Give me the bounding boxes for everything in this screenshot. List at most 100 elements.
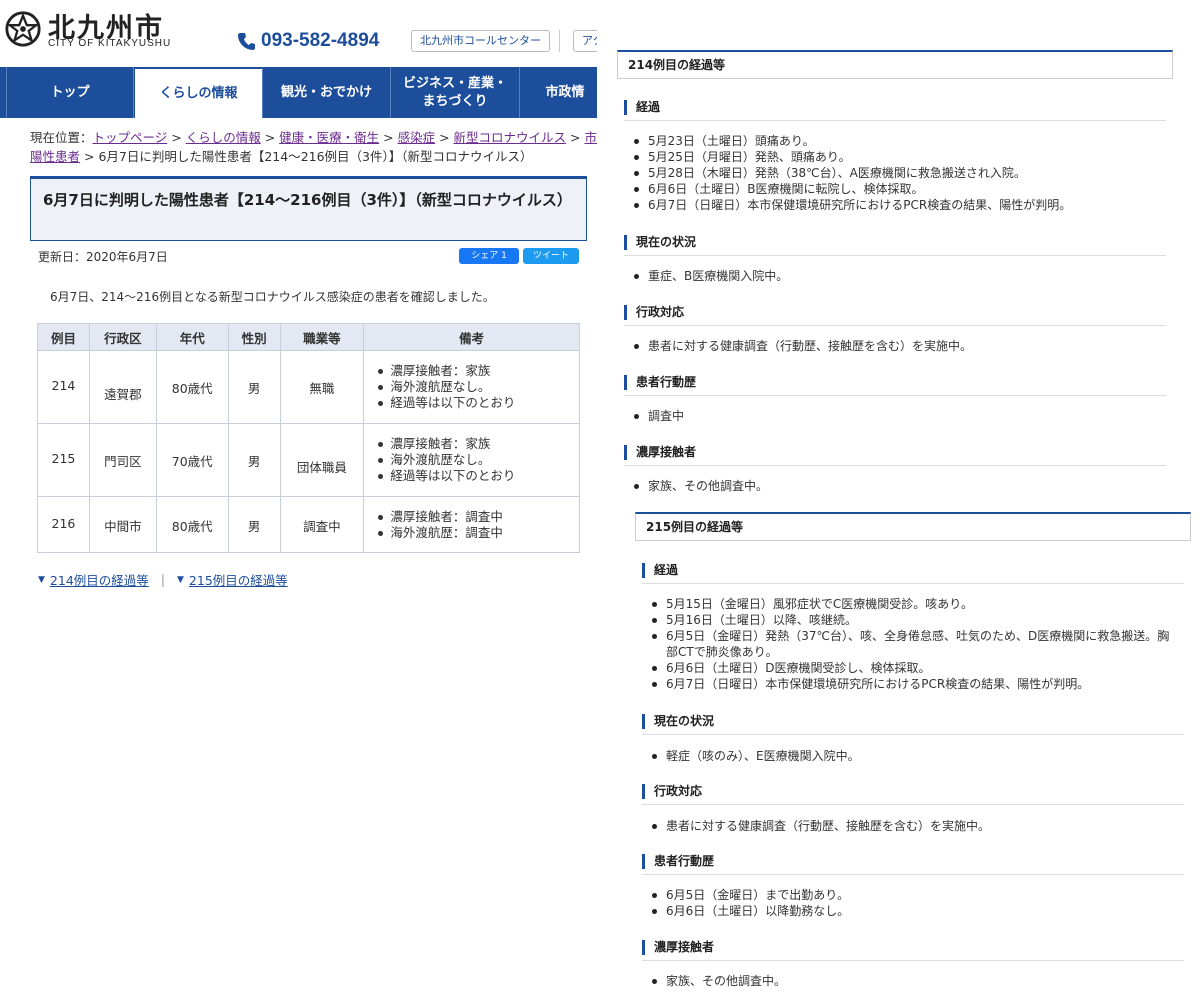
table-row: 216 中間市 80歳代 男 調査中 濃厚接触者：調査中 海外渡航歴：調査中	[37, 496, 580, 553]
nav-city-admin[interactable]: 市政情	[520, 67, 597, 118]
case-215-heading-status: 現在の状況	[642, 714, 714, 729]
cell-ward: 遠賀郡	[88, 350, 157, 424]
section-divider	[624, 465, 1166, 466]
breadcrumb-sep: >	[435, 130, 454, 145]
breadcrumb-sep: >	[566, 130, 585, 145]
phone-number-text: 093-582-4894	[261, 30, 380, 51]
list-item: 海外渡航歴：調査中	[376, 525, 579, 541]
intro-text: 6月7日、214～216例目となる新型コロナウイルス感染症の患者を確認しました。	[50, 290, 495, 304]
breadcrumb-sep: >	[80, 149, 99, 164]
global-nav: トップ くらしの情報 観光・おでかけ ビジネス・産業・ まちづくり 市政情	[0, 67, 597, 118]
list-item: 6月7日（日曜日）本市保健環境研究所におけるPCR検査の結果、陽性が判明。	[632, 197, 1071, 213]
list-item: 海外渡航歴なし。	[376, 379, 579, 395]
anchor-link-separator: |	[160, 572, 165, 587]
breadcrumb-link-covid[interactable]: 新型コロナウイルス	[454, 130, 567, 145]
breadcrumb-current: 6月7日に判明した陽性患者【214～216例目（3件）】（新型コロナウイルス）	[98, 149, 533, 164]
list-item: 軽症（咳のみ）、E医療機関入院中。	[650, 748, 860, 764]
case-214-heading-activity: 患者行動歴	[624, 375, 696, 390]
access-button[interactable]: アク	[573, 30, 597, 52]
list-item: 6月6日（土曜日）以降勤務なし。	[650, 903, 849, 919]
list-item-continuation: 部CTで肺炎像あり。	[666, 645, 778, 659]
list-item: 海外渡航歴なし。	[376, 452, 579, 468]
list-item: 経過等は以下のとおり	[376, 395, 579, 411]
case-214-status-list: 重症、B医療機関入院中。	[632, 268, 788, 284]
case-214-progress-list: 5月23日（土曜日）頭痛あり。 5月25日（月曜日）発熱、頭痛あり。 5月28日…	[632, 133, 1071, 213]
list-item: 5月28日（木曜日）発熱（38℃台）、A医療機関に救急搬送され入院。	[632, 165, 1071, 181]
case-214-contacts-list: 家族、その他調査中。	[632, 478, 768, 494]
phone-icon	[238, 33, 255, 50]
case-215-heading-admin: 行政対応	[642, 784, 702, 799]
section-divider	[642, 734, 1184, 735]
breadcrumb-sep: >	[260, 130, 280, 145]
case-215-heading-activity: 患者行動歴	[642, 854, 714, 869]
list-item: 6月7日（日曜日）本市保健環境研究所におけるPCR検査の結果、陽性が判明。	[650, 676, 1169, 692]
nav-tourism[interactable]: 観光・おでかけ	[263, 67, 391, 118]
breadcrumb-sep: >	[167, 130, 186, 145]
phone-number[interactable]: 093-582-4894	[237, 28, 379, 54]
site-logo[interactable]: 北九州市 CITY OF KITAKYUSHU	[4, 8, 184, 53]
cell-sex: 男	[227, 350, 281, 424]
list-item: 5月15日（金曜日）風邪症状でC医療機関受診。咳あり。	[650, 596, 1169, 612]
breadcrumb-link-top[interactable]: トップページ	[93, 130, 168, 145]
col-header-job: 職業等	[279, 323, 365, 351]
list-item: 5月16日（土曜日）以降、咳継続。	[650, 612, 1169, 628]
cell-notes: 濃厚接触者：家族 海外渡航歴なし。 経過等は以下のとおり	[363, 350, 580, 424]
cell-no: 214	[37, 350, 90, 424]
section-divider	[624, 325, 1166, 326]
case-215-contacts-list: 家族、その他調査中。	[650, 973, 786, 989]
case-215-heading-progress: 経過	[642, 563, 678, 578]
cell-sex: 男	[227, 496, 281, 553]
col-header-sex: 性別	[227, 323, 281, 351]
nav-top[interactable]: トップ	[6, 67, 134, 118]
breadcrumb-link-health[interactable]: 健康・医療・衛生	[279, 130, 379, 145]
anchor-link-214[interactable]: 214例目の経過等	[50, 570, 149, 589]
cell-age: 70歳代	[155, 423, 229, 497]
table-header-row: 例目 行政区 年代 性別 職業等 備考	[37, 323, 580, 351]
section-divider	[624, 395, 1166, 396]
list-item: 経過等は以下のとおり	[376, 468, 579, 484]
case-214-heading-admin: 行政対応	[624, 305, 684, 320]
breadcrumb-link-city[interactable]: 市内で	[584, 130, 597, 145]
cell-age: 80歳代	[155, 496, 229, 553]
list-item: 濃厚接触者：家族	[376, 363, 579, 379]
city-emblem-icon	[5, 11, 41, 47]
col-header-age: 年代	[155, 323, 229, 351]
col-header-notes: 備考	[363, 323, 580, 351]
list-item: 濃厚接触者：家族	[376, 436, 579, 452]
anchor-link-215[interactable]: 215例目の経過等	[189, 570, 288, 589]
col-header-no: 例目	[37, 323, 90, 351]
breadcrumb-link-living[interactable]: くらしの情報	[186, 130, 261, 145]
list-item: 濃厚接触者：調査中	[376, 509, 579, 525]
breadcrumb-sep: >	[379, 130, 398, 145]
breadcrumb: 現在位置：トップページ > くらしの情報 > 健康・医療・衛生 > 感染症 > …	[30, 128, 597, 166]
table-row: 214 遠賀郡 80歳代 男 無職 濃厚接触者：家族 海外渡航歴なし。 経過等は…	[37, 350, 580, 424]
cell-job: 調査中	[279, 496, 365, 553]
page-anchor-links: ▼ 214例目の経過等 | ▼ 215例目の経過等	[38, 570, 288, 589]
case-215-heading-contacts: 濃厚接触者	[642, 940, 714, 955]
table-row: 215 門司区 70歳代 男 団体職員 濃厚接触者：家族 海外渡航歴なし。 経過…	[37, 423, 580, 497]
cell-sex: 男	[227, 423, 281, 497]
nav-business[interactable]: ビジネス・産業・ まちづくり	[391, 67, 520, 118]
nav-living[interactable]: くらしの情報	[134, 67, 263, 118]
nav-business-line2: まちづくり	[422, 93, 488, 109]
list-item: 6月5日（金曜日）発熱（37℃台）、咳、全身倦怠感、吐気のため、D医療機関に救急…	[650, 628, 1169, 644]
breadcrumb-link-positive[interactable]: 陽性患者	[30, 149, 80, 164]
section-divider	[642, 583, 1184, 584]
chevron-down-icon: ▼	[177, 574, 184, 585]
list-item: 家族、その他調査中。	[650, 973, 786, 989]
callcenter-button[interactable]: 北九州市コールセンター	[411, 30, 550, 52]
section-divider	[624, 120, 1166, 121]
page-title: 6月7日に判明した陽性患者【214～216例目（3件）】（新型コロナウイルス）	[30, 176, 587, 241]
section-divider	[624, 255, 1166, 256]
cell-job: 団体職員	[279, 423, 365, 497]
section-divider	[642, 960, 1184, 961]
twitter-tweet-button[interactable]: ツイート	[523, 248, 579, 264]
main-page-pane: 北九州市 CITY OF KITAKYUSHU 093-582-4894 北九州…	[0, 0, 597, 600]
facebook-share-button[interactable]: シェア 1	[459, 248, 519, 264]
chevron-down-icon: ▼	[38, 574, 45, 585]
cell-ward: 門司区	[88, 423, 157, 497]
list-item: 6月6日（土曜日）D医療機関受診し、検体採取。	[650, 660, 1169, 676]
cell-notes: 濃厚接触者：調査中 海外渡航歴：調査中	[363, 496, 580, 553]
breadcrumb-link-infection[interactable]: 感染症	[398, 130, 436, 145]
list-item: 5月23日（土曜日）頭痛あり。	[632, 133, 1071, 149]
